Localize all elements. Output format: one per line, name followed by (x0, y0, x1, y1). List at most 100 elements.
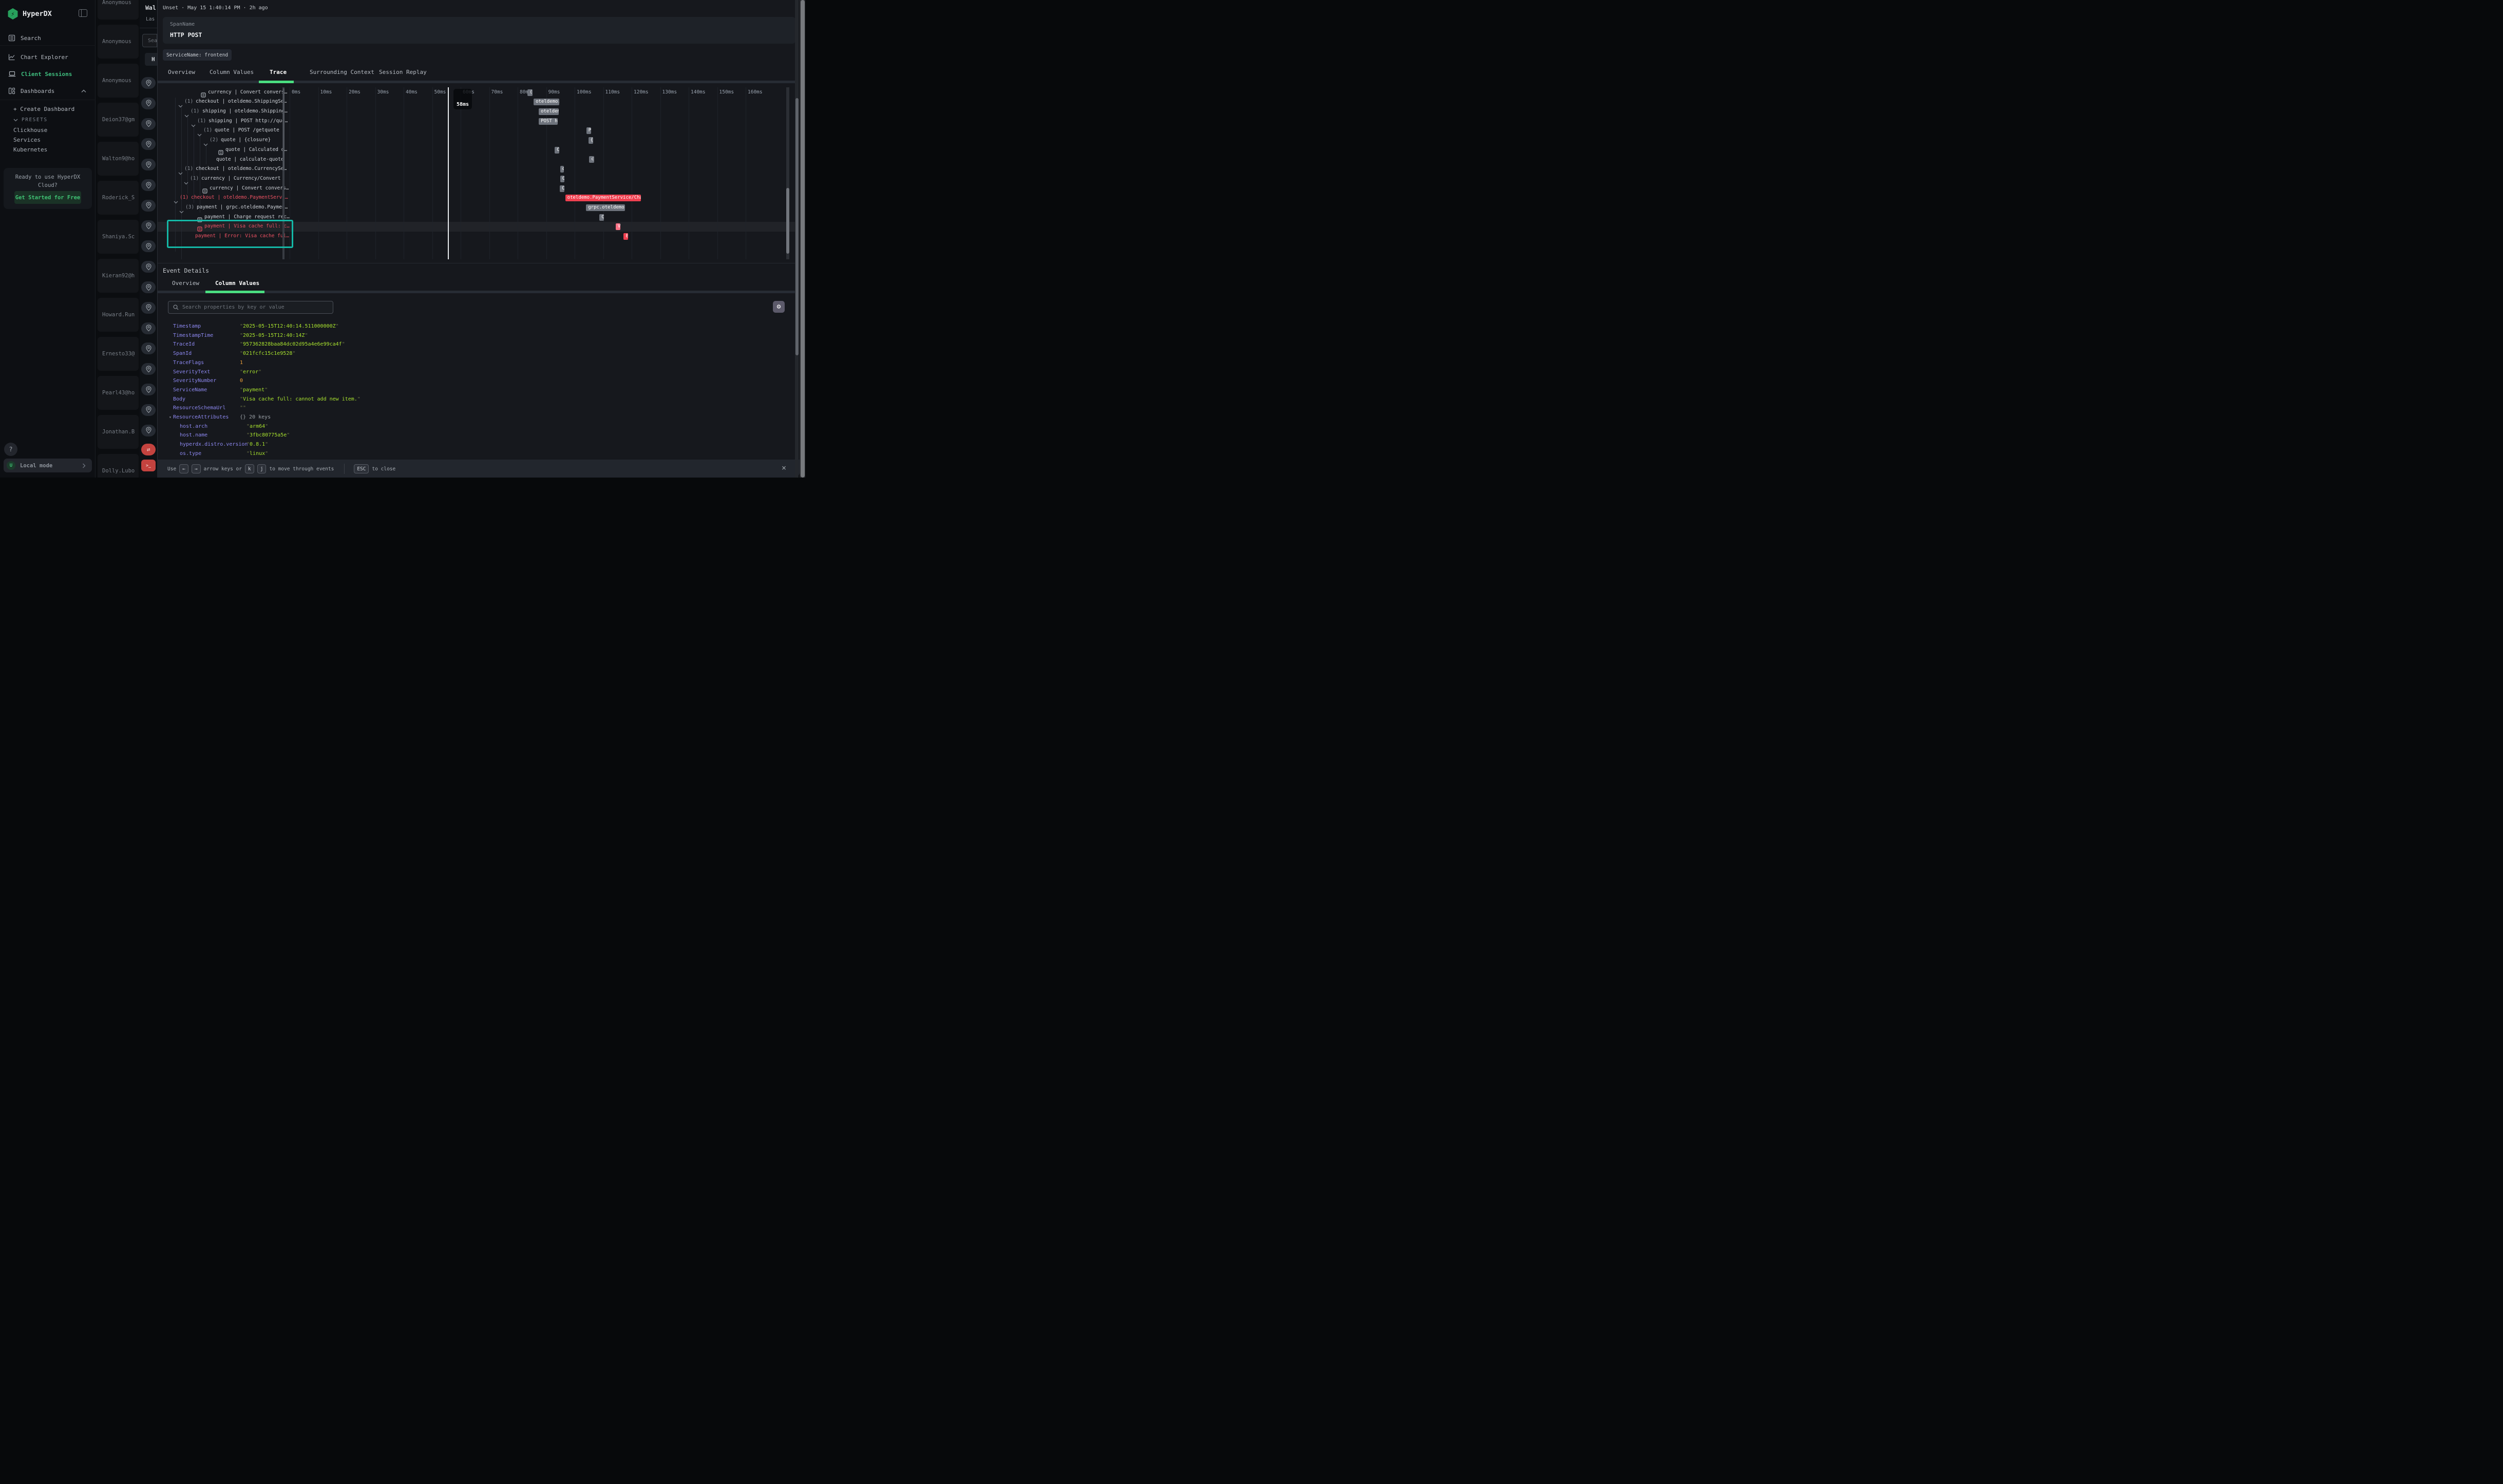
sidebar-item-chart-explorer[interactable]: Chart Explorer (0, 50, 96, 64)
presets-toggle[interactable]: PRESETS (13, 117, 48, 123)
kv-value[interactable]: {} 20 keys (240, 414, 271, 420)
kv-key[interactable]: host.name (180, 432, 207, 438)
kbd-j: j (257, 464, 267, 473)
close-icon[interactable]: × (782, 463, 786, 472)
session-card-label: Kieran92@h (102, 273, 135, 279)
cloud-promo-card: Ready to use HyperDX Cloud? Get Started … (4, 168, 92, 209)
promo-text: Cloud? (4, 182, 92, 188)
session-card[interactable]: Anonymous (98, 0, 139, 20)
session-card[interactable]: Anonymous (98, 25, 139, 59)
browser-scrollbar[interactable] (800, 0, 805, 478)
browser-scrollbar-thumb[interactable] (801, 0, 805, 478)
location-pin-button[interactable] (141, 425, 156, 436)
kv-value-text: 957362828baa84dc02d95a4e6e99ca4f (243, 341, 342, 347)
session-card-label: Shaniya.Sc (102, 234, 135, 240)
location-pin-button[interactable] (141, 363, 156, 375)
location-pin-button[interactable] (141, 179, 156, 191)
kv-key[interactable]: TimestampTime (173, 333, 213, 338)
location-pin-button[interactable] (141, 261, 156, 273)
hidden-button[interactable]: H (145, 53, 157, 66)
sidebar-item-search[interactable]: Search (0, 31, 96, 45)
kv-value[interactable]: 0 (240, 378, 243, 384)
kv-key[interactable]: SeverityText (173, 369, 210, 375)
kv-value[interactable]: "021fcfc15c1e9528" (240, 351, 295, 356)
kv-key[interactable]: ResourceAttributes (173, 414, 229, 420)
session-card[interactable]: Ernesto33@ (98, 337, 139, 371)
kv-value[interactable]: 1 (240, 360, 243, 366)
location-pin-button[interactable] (141, 138, 156, 150)
sidebar-item-kubernetes[interactable]: Kubernetes (13, 146, 47, 153)
location-pin-button[interactable] (141, 159, 156, 170)
panel-scrollbar[interactable] (795, 0, 799, 478)
event-side-panel: Unset · May 15 1:40:14 PM · 2h ago SpanN… (157, 0, 800, 478)
location-pin-icon (145, 222, 152, 230)
kv-value[interactable]: "0.8.1" (246, 442, 268, 447)
kv-value[interactable]: "2025-05-15T12:40:14Z" (240, 333, 308, 338)
location-pin-button[interactable] (141, 98, 156, 109)
create-dashboard-button[interactable]: + Create Dashboard (13, 106, 74, 112)
location-pin-button[interactable] (141, 77, 156, 89)
location-pin-button[interactable] (141, 322, 156, 334)
location-pin-button[interactable] (141, 240, 156, 252)
sidebar-divider (0, 45, 96, 46)
sidebar-item-client-sessions[interactable]: Client Sessions (0, 67, 96, 81)
session-card[interactable]: Anonymous (98, 64, 139, 98)
kv-value[interactable]: "3fbc80775a5e" (246, 432, 290, 438)
user-avatar: U (7, 461, 15, 470)
footer-divider (344, 464, 345, 474)
kv-value-text: error (243, 369, 258, 375)
session-card[interactable]: Walton9@ho (98, 142, 139, 176)
get-started-button[interactable]: Get Started for Free (14, 191, 81, 204)
location-pin-button[interactable] (141, 343, 156, 354)
hidden-search-input[interactable]: Sea (142, 34, 157, 47)
kv-key[interactable]: os.type (180, 451, 201, 456)
session-card[interactable]: Roderick_S (98, 181, 139, 215)
session-card[interactable]: Dolly.Lubo (98, 454, 139, 478)
location-pin-button[interactable] (141, 404, 156, 416)
location-pin-button[interactable] (141, 302, 156, 314)
session-card[interactable]: Howard.Run (98, 298, 139, 332)
kv-value[interactable]: "957362828baa84dc02d95a4e6e99ca4f" (240, 341, 345, 347)
sidebar-item-dashboards[interactable]: Dashboards (0, 84, 96, 98)
kv-key[interactable]: TraceId (173, 341, 195, 347)
kv-key[interactable]: TraceFlags (173, 360, 204, 366)
collapse-sidebar-icon[interactable] (79, 9, 87, 17)
kbd-k: k (245, 464, 254, 473)
session-card[interactable]: Shaniya.Sc (98, 220, 139, 254)
kv-key[interactable]: hyperdx.distro.version (180, 442, 248, 447)
kv-key[interactable]: SpanId (173, 351, 192, 356)
kv-key[interactable]: ResourceSchemaUrl (173, 405, 225, 411)
kv-value[interactable]: "linux" (246, 451, 268, 456)
location-pin-icon (145, 386, 152, 393)
help-button[interactable]: ? (4, 443, 17, 456)
app-root: ⚡ HyperDX Search Chart Explorer Client S… (0, 0, 805, 478)
kv-key[interactable]: host.arch (180, 424, 207, 429)
kv-value[interactable]: "" (240, 405, 246, 411)
kv-value[interactable]: "Visa cache full: cannot add new item." (240, 396, 361, 402)
expander-icon[interactable]: ▾ (169, 415, 172, 420)
swap-icon[interactable]: ⇄ (141, 444, 156, 455)
location-pin-button[interactable] (141, 281, 156, 293)
kv-value[interactable]: "arm64" (246, 424, 268, 429)
session-card[interactable]: Kieran92@h (98, 259, 139, 293)
location-pin-button[interactable] (141, 384, 156, 395)
location-pin-button[interactable] (141, 200, 156, 212)
kv-value[interactable]: "payment" (240, 387, 268, 393)
kv-value[interactable]: "2025-05-15T12:40:14.511000000Z" (240, 324, 339, 329)
sidebar-item-services[interactable]: Services (13, 137, 41, 143)
session-card[interactable]: Pearl43@ho (98, 376, 139, 410)
sidebar-item-clickhouse[interactable]: Clickhouse (13, 127, 47, 134)
terminal-icon[interactable]: >_ (141, 460, 156, 471)
kv-key[interactable]: SeverityNumber (173, 378, 216, 384)
kv-key[interactable]: ServiceName (173, 387, 207, 393)
footer-text: to move through events (269, 466, 334, 472)
location-pin-button[interactable] (141, 220, 156, 232)
location-pin-button[interactable] (141, 118, 156, 130)
kv-key[interactable]: Timestamp (173, 324, 201, 329)
kv-value[interactable]: "error" (240, 369, 261, 375)
kv-key[interactable]: Body (173, 396, 185, 402)
session-card[interactable]: Deion37@gm (98, 103, 139, 137)
local-mode-button[interactable]: U Local mode (4, 459, 92, 472)
session-card[interactable]: Jonathan.B (98, 415, 139, 449)
panel-scrollbar-thumb[interactable] (795, 98, 799, 355)
